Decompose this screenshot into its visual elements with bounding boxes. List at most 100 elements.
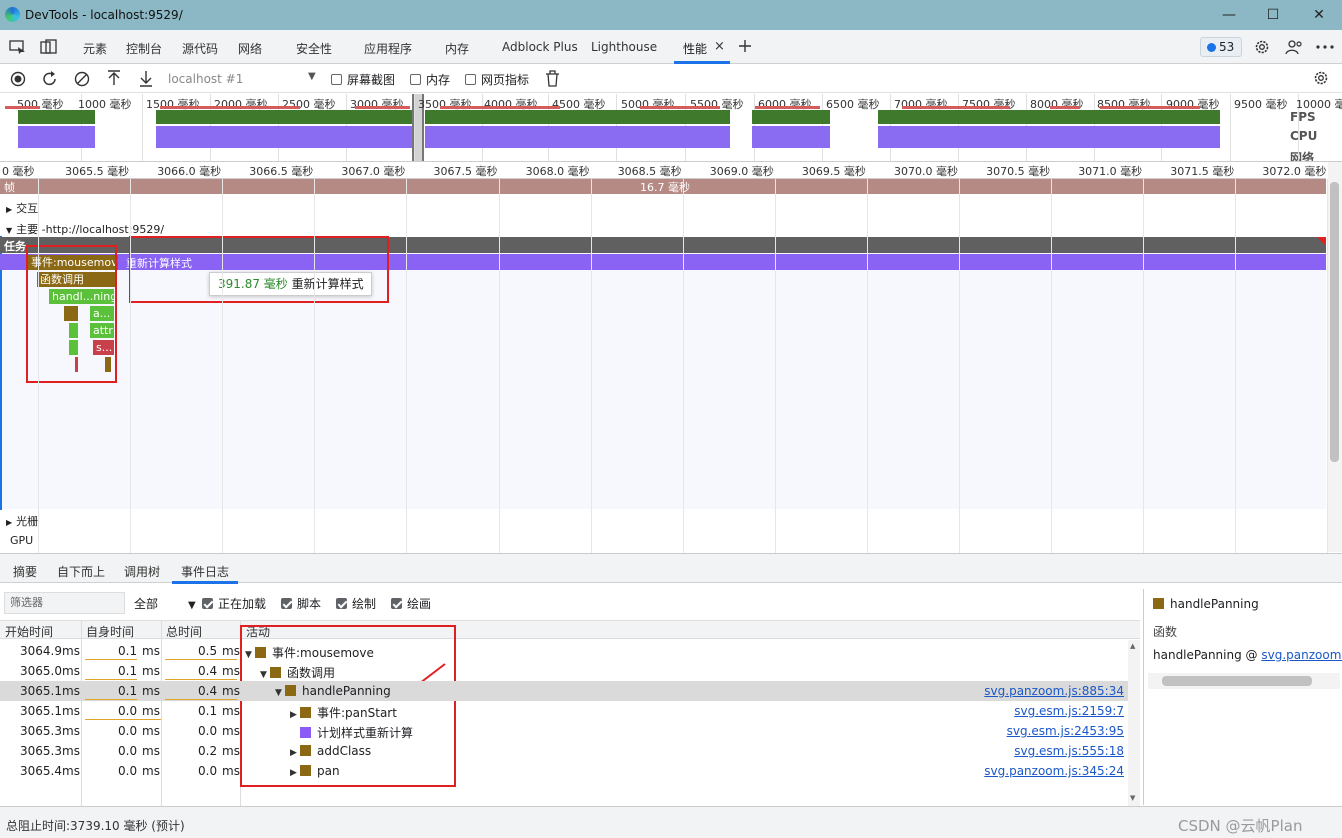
collapse-triangle-icon[interactable]: ▼	[260, 670, 270, 680]
expand-triangle-icon[interactable]: ▶	[290, 710, 300, 720]
event-log-row[interactable]: 3065.4 ms 0.0 ms 0.0 ms ▶ pan svg.panzoom.js:345…	[0, 761, 1128, 781]
tab-lighthouse[interactable]: Lighthouse	[591, 40, 657, 54]
memory-checkbox[interactable]: 内存	[410, 71, 450, 88]
tab-security[interactable]: 安全性	[296, 40, 332, 57]
tab-adblock-plus[interactable]: Adblock Plus	[502, 40, 578, 54]
event-log-row[interactable]: 3065.3 ms 0.0 ms 0.2 ms ▶ addClass svg.esm.js:55…	[0, 741, 1128, 761]
activity-name: 计划样式重新计算	[317, 726, 414, 740]
more-options-icon[interactable]	[1316, 44, 1334, 50]
source-link[interactable]: svg.esm.js:2453:95	[1007, 724, 1124, 738]
source-link[interactable]: svg.panzoom.js:885:34	[984, 684, 1124, 698]
event-log-row[interactable]: 3065.1 ms 0.1 ms 0.4 ms ▼ handlePanning svg.panz…	[0, 681, 1128, 701]
memory-check-icon	[410, 74, 421, 85]
clear-icon[interactable]	[74, 71, 90, 87]
event-log-row[interactable]: 3064.9 ms 0.1 ms 0.5 ms ▼ 事件:mousemove	[0, 641, 1128, 661]
minimize-button[interactable]: —	[1212, 4, 1246, 26]
reload-record-icon[interactable]	[42, 71, 58, 87]
cpu-scripting-area	[878, 126, 1220, 148]
collapse-triangle-icon[interactable]: ▼	[275, 688, 285, 698]
capture-settings-gear-icon[interactable]	[1313, 70, 1329, 86]
flamechart-scrollbar[interactable]	[1328, 162, 1342, 552]
cell-unit: ms	[62, 744, 80, 758]
event-log-row[interactable]: 3065.1 ms 0.0 ms 0.1 ms ▶ 事件:panStart svg.esm.js…	[0, 701, 1128, 721]
tab-event-log[interactable]: 事件日志	[181, 563, 229, 580]
scripting-checkbox[interactable]: 脚本	[281, 595, 321, 612]
detail-title: handlePanning	[1153, 597, 1259, 611]
tab-bottom-up[interactable]: 自下而上	[57, 563, 105, 580]
ruler-tick: 3069.5 毫秒	[801, 165, 866, 178]
flame-tooltip: 391.87 毫秒 重新计算样式	[209, 272, 372, 296]
interactions-label: 交互	[16, 202, 39, 215]
customize-icon[interactable]	[1285, 39, 1303, 55]
category-select[interactable]: 全部 ▼	[134, 595, 196, 612]
detail-function-prefix: handlePanning @	[1153, 648, 1262, 662]
painting-check-icon	[391, 598, 402, 609]
trash-icon[interactable]	[545, 70, 560, 87]
cell-unit: ms	[222, 664, 240, 678]
filter-input[interactable]: 筛选器	[4, 592, 125, 614]
highlight-box-flame	[26, 245, 117, 383]
timeline-overview[interactable]: FPS CPU 网络 500 毫秒 1000 毫秒 1500 毫秒 2000 毫秒 25…	[0, 94, 1342, 162]
gpu-track[interactable]: GPU	[0, 534, 1326, 547]
record-icon[interactable]	[10, 71, 26, 87]
tab-network[interactable]: 网络	[238, 40, 262, 57]
inspect-element-icon[interactable]	[9, 40, 27, 54]
timeline-ruler: 0 毫秒 3065.5 毫秒 3066.0 毫秒 3066.5 毫秒 3067.0 毫秒…	[0, 162, 1326, 179]
event-log-row[interactable]: 3065.0 ms 0.1 ms 0.4 ms ▼ 函数调用	[0, 661, 1128, 681]
upload-profile-icon[interactable]	[106, 70, 122, 87]
table-scrollbar[interactable]: ▲ ▼	[1128, 640, 1140, 806]
source-link[interactable]: svg.esm.js:555:18	[1014, 744, 1124, 758]
tab-elements[interactable]: 元素	[83, 40, 107, 57]
col-total-time[interactable]: 总时间	[166, 623, 202, 640]
tab-sources[interactable]: 源代码	[182, 40, 218, 57]
frames-track[interactable]: 帧 16.7 毫秒	[0, 179, 1326, 194]
timeline-gridline	[682, 179, 684, 553]
col-self-time[interactable]: 自身时间	[86, 623, 134, 640]
download-profile-icon[interactable]	[138, 70, 154, 87]
event-log-row[interactable]: 3065.3 ms 0.0 ms 0.0 ms 计划样式重新计算 svg.esm.js:245…	[0, 721, 1128, 741]
source-link[interactable]: svg.esm.js:2159:7	[1014, 704, 1124, 718]
memory-label: 内存	[426, 73, 451, 87]
expand-triangle-icon[interactable]: ▶	[290, 748, 300, 758]
interactions-track[interactable]: ▶ 交互	[0, 200, 1326, 216]
timeline-gridline	[1143, 179, 1145, 553]
tab-console[interactable]: 控制台	[126, 40, 162, 57]
detail-hscrollbar[interactable]	[1148, 673, 1340, 689]
category-swatch	[255, 647, 266, 658]
close-window-button[interactable]: ✕	[1302, 4, 1336, 26]
scrollbar-thumb[interactable]	[1330, 182, 1339, 462]
timeline-gridline	[590, 179, 592, 553]
expand-triangle-icon[interactable]: ▶	[290, 768, 300, 778]
settings-gear-icon[interactable]	[1254, 39, 1270, 55]
raster-track[interactable]: ▶ 光栅	[0, 513, 1326, 529]
tab-application[interactable]: 应用程序	[364, 40, 412, 57]
tab-memory[interactable]: 内存	[445, 40, 469, 57]
add-tab-icon[interactable]	[738, 39, 752, 53]
col-start-time[interactable]: 开始时间	[5, 623, 53, 640]
issues-badge[interactable]: 53	[1200, 37, 1242, 57]
cell-unit: ms	[142, 664, 160, 678]
source-link[interactable]: svg.panzoom.js:345:24	[984, 764, 1124, 778]
tab-call-tree[interactable]: 调用树	[124, 563, 160, 580]
cell-start: 3065.1	[20, 684, 62, 698]
target-select[interactable]: localhost #1	[168, 72, 243, 86]
maximize-button[interactable]: ☐	[1256, 4, 1290, 26]
activity-name: handlePanning	[302, 684, 391, 698]
loading-checkbox[interactable]: 正在加载	[202, 595, 266, 612]
webvitals-checkbox[interactable]: 网页指标	[465, 71, 529, 88]
screenshot-checkbox[interactable]: 屏幕截图	[331, 71, 395, 88]
device-toolbar-icon[interactable]	[40, 39, 58, 55]
detail-function-link[interactable]: svg.panzoom.js:8	[1261, 648, 1342, 662]
collapse-triangle-icon[interactable]: ▼	[245, 650, 255, 660]
cell-unit: ms	[62, 764, 80, 778]
category-swatch	[270, 667, 281, 678]
painting-checkbox[interactable]: 绘画	[391, 595, 431, 612]
cell-total: 0.0	[198, 764, 218, 778]
main-thread-track[interactable]: ▼ 主要 -http://localhost:9529/	[0, 221, 1326, 237]
target-dropdown-icon[interactable]: ▼	[308, 71, 316, 82]
close-tab-icon[interactable]: ×	[714, 39, 725, 54]
rendering-checkbox[interactable]: 绘制	[336, 595, 376, 612]
issues-icon	[1207, 43, 1216, 52]
tab-summary[interactable]: 摘要	[13, 563, 37, 580]
tab-performance[interactable]: 性能	[683, 40, 707, 57]
